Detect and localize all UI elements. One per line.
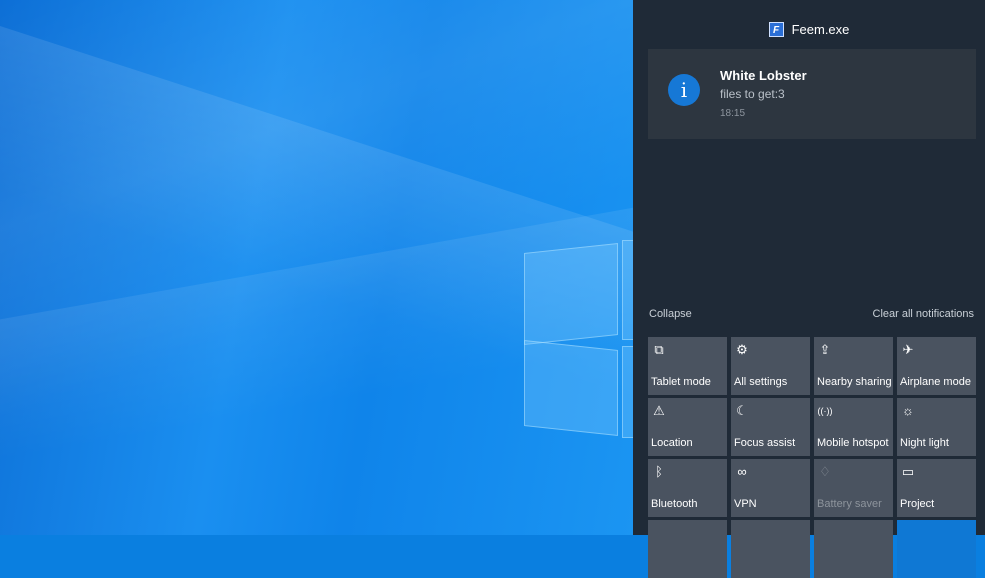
quick-action-label: VPN [734,498,757,510]
quick-action-label: Airplane mode [900,376,971,388]
action-center-panel: F Feem.exe i White Lobster files to get:… [633,0,985,578]
quick-action-wifi[interactable] [897,520,976,578]
quick-action-focus-assist[interactable]: ☾ Focus assist [731,398,810,456]
brightness-icon: ☼ [902,403,914,418]
hotspot-icon: ((·)) [817,406,833,416]
quick-action-label: Location [651,437,693,449]
windows-logo-pane [622,240,633,340]
windows-logo-pane [524,340,618,436]
clear-all-notifications-link[interactable]: Clear all notifications [873,308,975,320]
feem-app-icon: F [768,21,784,37]
notification-toast[interactable]: i White Lobster files to get:3 18:15 [648,49,976,139]
windows-logo-pane [524,243,618,345]
quick-action-label: Project [900,498,935,510]
network-icon [651,525,667,541]
quick-action-vpn[interactable]: ∞ VPN [731,459,810,517]
vpn-icon: ∞ [737,464,747,479]
collapse-link[interactable]: Collapse [649,308,692,320]
quick-action-label: Nearby sharing [817,376,892,388]
app-name: Feem.exe [791,21,850,37]
quick-action-label: Focus assist [734,437,796,449]
quick-action-connect[interactable] [731,520,810,578]
moon-icon [817,525,833,541]
quick-action-bluetooth[interactable]: ᛒ Bluetooth [648,459,727,517]
tablet-mode-icon: ⧉ [654,342,664,357]
toast-body: files to get:3 [720,87,785,101]
quick-action-network[interactable] [648,520,727,578]
desktop-wallpaper [0,0,633,535]
info-icon: i [668,74,700,106]
quick-action-all-settings[interactable]: ⚙ All settings [731,337,810,395]
quick-actions-grid: ⧉ Tablet mode ⚙ All settings ⇪ Nearby sh… [648,337,978,578]
quick-action-label: Mobile hotspot [817,437,889,449]
quick-action-location[interactable]: ⚠ Location [648,398,727,456]
airplane-icon: ✈ [902,342,914,357]
quick-action-label: Bluetooth [651,498,698,510]
notification-app-header: F Feem.exe [633,19,985,39]
location-icon: ⚠ [653,403,665,418]
quick-action-tablet-mode[interactable]: ⧉ Tablet mode [648,337,727,395]
windows-logo-pane [622,346,633,438]
quick-action-label: Night light [900,437,949,449]
quick-action-project[interactable]: ▭ Project [897,459,976,517]
quick-action-partial[interactable] [814,520,893,578]
gear-icon: ⚙ [736,342,748,357]
bluetooth-icon: ᛒ [655,464,663,479]
quick-action-label: All settings [734,376,788,388]
quick-action-label: Tablet mode [651,376,711,388]
quick-action-label: Battery saver [817,498,882,510]
leaf-icon: ♢ [819,464,831,479]
wifi-icon [900,525,916,541]
toast-time: 18:15 [720,108,746,119]
quick-action-nearby-sharing[interactable]: ⇪ Nearby sharing [814,337,893,395]
quick-action-airplane-mode[interactable]: ✈ Airplane mode [897,337,976,395]
quick-action-battery-saver[interactable]: ♢ Battery saver [814,459,893,517]
connect-icon [734,525,750,541]
quick-action-mobile-hotspot[interactable]: ((·)) Mobile hotspot [814,398,893,456]
share-icon: ⇪ [819,342,831,357]
project-icon: ▭ [901,464,915,479]
toast-title: White Lobster [720,68,807,83]
quick-action-night-light[interactable]: ☼ Night light [897,398,976,456]
moon-icon: ☾ [736,403,748,418]
